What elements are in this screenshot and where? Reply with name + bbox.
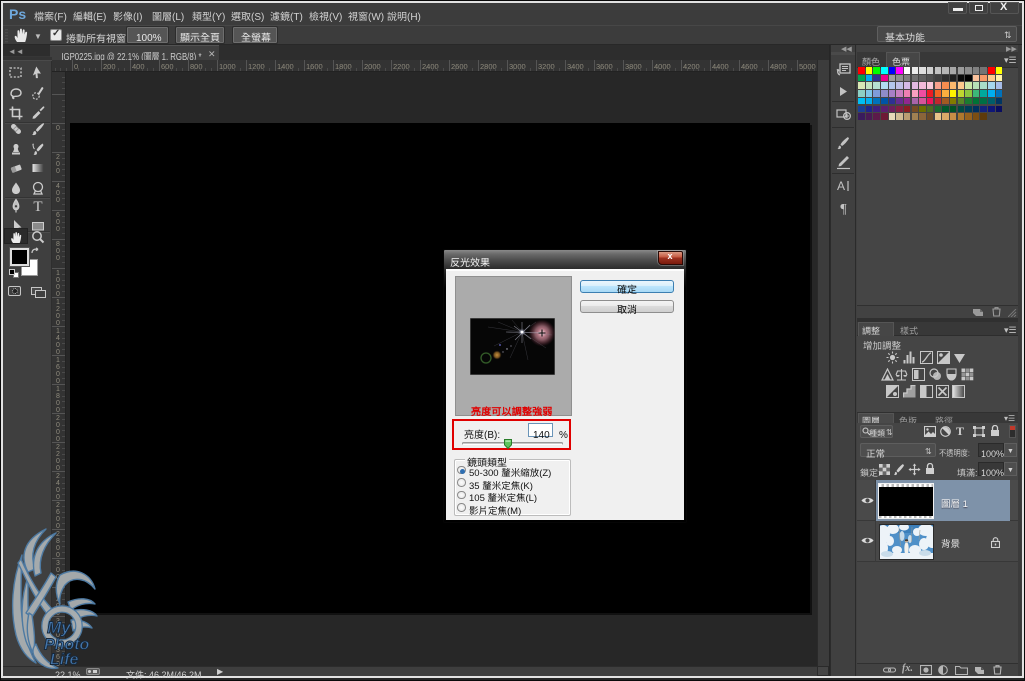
svg-text:A: A <box>837 179 845 193</box>
svg-text:T: T <box>33 199 42 214</box>
svg-text:My: My <box>47 618 72 637</box>
svg-text:Life: Life <box>50 652 79 669</box>
svg-text:¶: ¶ <box>840 202 847 216</box>
